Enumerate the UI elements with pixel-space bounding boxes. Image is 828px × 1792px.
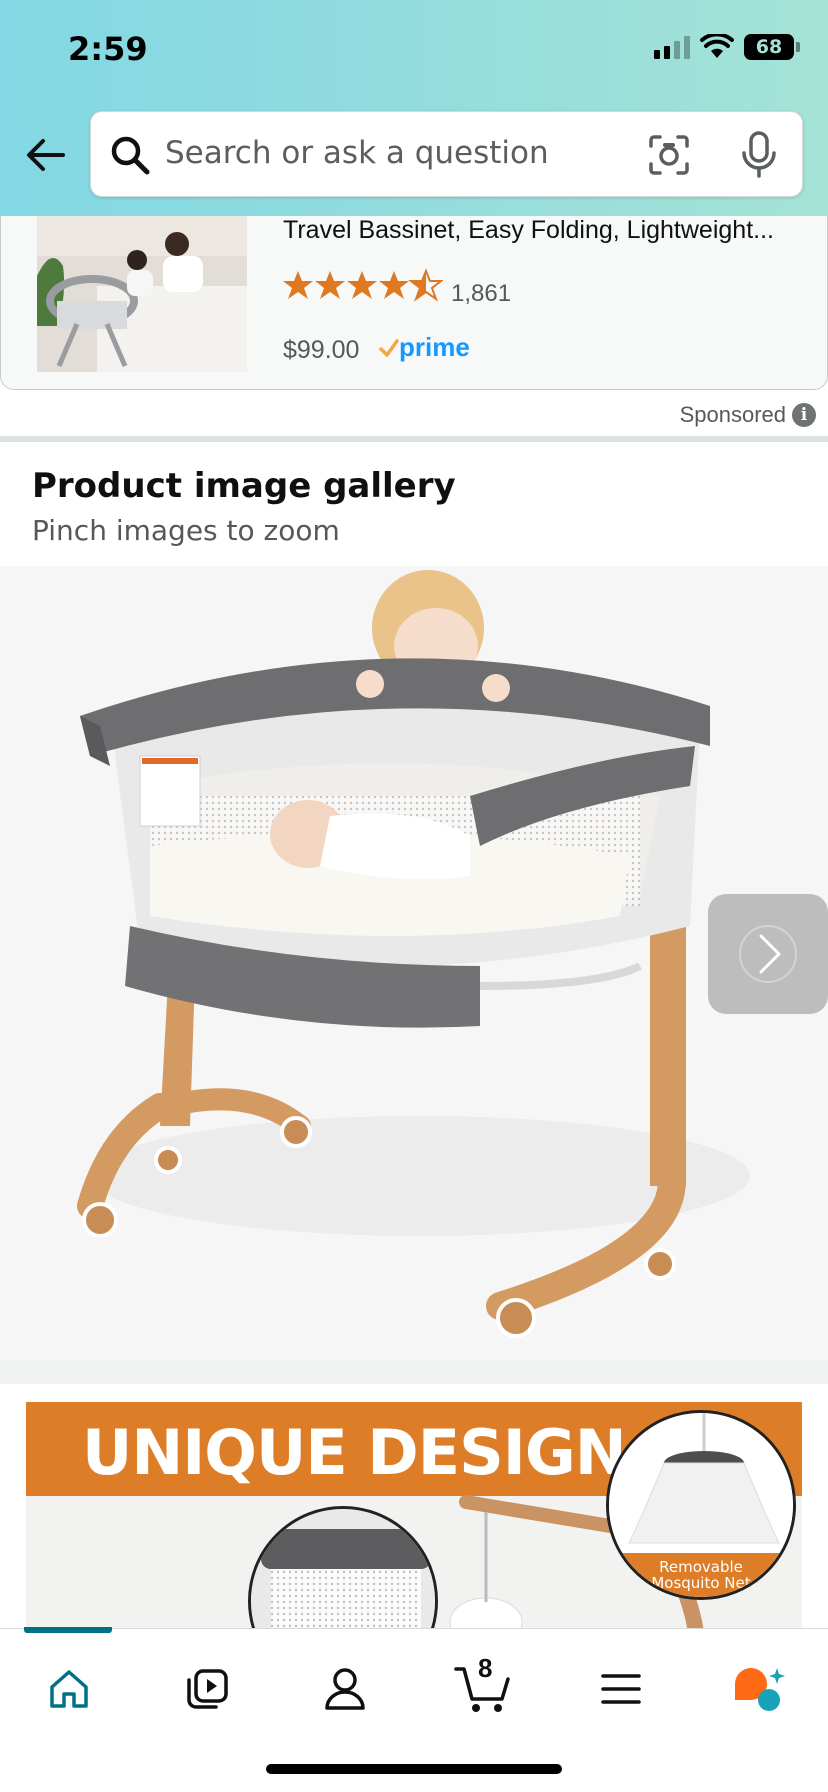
- rufus-assistant-icon: [735, 1668, 785, 1711]
- bassinet-product-image: [0, 566, 828, 1360]
- search-bar[interactable]: Search or ask a question: [90, 111, 803, 197]
- tab-menu[interactable]: [586, 1659, 656, 1719]
- sponsored-label: Sponsored: [679, 402, 786, 427]
- info-icon[interactable]: i: [792, 403, 816, 427]
- product-price: $99.00: [283, 336, 360, 364]
- star-full-icon: [283, 271, 313, 299]
- net-label-line1: Removable: [659, 1558, 743, 1576]
- cart-count-badge: 8: [478, 1653, 493, 1683]
- storage-basket-detail-image: [248, 1506, 438, 1628]
- back-button[interactable]: [22, 132, 68, 178]
- tab-cart[interactable]: 8: [448, 1653, 518, 1719]
- sponsored-row[interactable]: Sponsored i: [680, 402, 816, 428]
- gallery-next-button[interactable]: [708, 894, 828, 1014]
- star-full-icon: [379, 271, 409, 299]
- camera-search-icon[interactable]: [648, 134, 690, 176]
- search-icon: [111, 136, 150, 175]
- product-title[interactable]: Travel Bassinet, Easy Folding, Lightweig…: [283, 216, 774, 245]
- status-time: 2:59: [68, 30, 148, 68]
- product-gallery-image[interactable]: [0, 566, 828, 1360]
- search-input[interactable]: Search or ask a question: [165, 135, 549, 171]
- active-tab-indicator: [24, 1627, 112, 1633]
- status-icons: 68: [654, 34, 800, 60]
- prime-badge: prime: [379, 332, 470, 363]
- wifi-icon: [700, 34, 734, 58]
- unique-design-banner[interactable]: UNIQUE DESIGN Removable Mosquito Net: [26, 1402, 802, 1628]
- top-header: 2:59 68 Search or ask a question: [0, 0, 828, 216]
- hamburger-menu-icon: [601, 1674, 641, 1704]
- gallery-title: Product image gallery: [32, 466, 456, 506]
- banner-title: UNIQUE DESIGN: [82, 1416, 627, 1489]
- home-indicator: [266, 1764, 562, 1774]
- microphone-icon[interactable]: [740, 130, 778, 180]
- section-divider: [0, 436, 828, 442]
- video-icon: [187, 1669, 228, 1709]
- person-icon: [325, 1668, 365, 1710]
- rating-count[interactable]: 1,861: [451, 280, 511, 308]
- banner-separator: [0, 1360, 828, 1384]
- gallery-subtitle: Pinch images to zoom: [32, 514, 340, 547]
- home-icon: [50, 1670, 88, 1708]
- battery-icon: 68: [744, 34, 800, 60]
- cellular-signal-icon: [654, 35, 690, 59]
- prime-label: prime: [399, 332, 470, 362]
- tab-account[interactable]: [310, 1659, 380, 1719]
- star-rating: [283, 268, 443, 302]
- net-label-line2: Mosquito Net: [651, 1574, 751, 1592]
- check-icon: [379, 338, 399, 357]
- tab-home[interactable]: [34, 1659, 104, 1719]
- tab-video[interactable]: [172, 1659, 242, 1719]
- bassinet-photo-image: [37, 216, 247, 372]
- star-full-icon: [315, 271, 345, 299]
- chevron-right-icon: [739, 925, 797, 983]
- tab-rufus-assistant[interactable]: [724, 1659, 794, 1719]
- sponsored-product-card[interactable]: Travel Bassinet, Easy Folding, Lightweig…: [0, 216, 828, 390]
- star-full-icon: [347, 271, 377, 299]
- mosquito-net-detail-image: Removable Mosquito Net: [606, 1410, 796, 1600]
- arrow-left-icon: [27, 139, 65, 171]
- product-thumbnail[interactable]: [37, 216, 247, 372]
